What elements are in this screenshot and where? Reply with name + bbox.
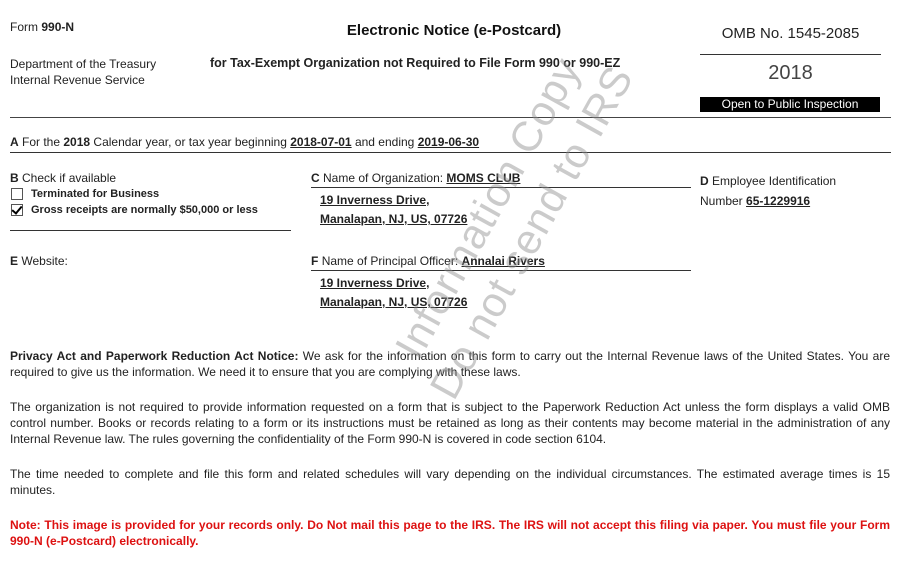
section-b-label: B Check if available	[10, 171, 116, 185]
privacy-notice: Privacy Act and Paperwork Reduction Act …	[10, 348, 890, 380]
section-c-label: C Name of Organization: MOMS CLUB	[311, 171, 520, 185]
section-c-letter: C	[311, 171, 320, 185]
public-inspection-banner: Open to Public Inspection	[700, 97, 880, 112]
section-d-label-2: Number	[700, 194, 743, 208]
dept-line-1: Department of the Treasury	[10, 57, 157, 71]
tax-year-begin: 2018-07-01	[290, 135, 352, 149]
section-a: A For the 2018 Calendar year, or tax yea…	[10, 135, 479, 149]
checkbox-row-gross-receipts[interactable]: Gross receipts are normally $50,000 or l…	[11, 204, 258, 216]
section-b-rule	[10, 230, 291, 231]
form-subtitle: for Tax-Exempt Organization not Required…	[210, 56, 621, 70]
principal-officer-name: Annalai Rivers	[461, 254, 545, 268]
section-d: D Employee Identification Number 65-1229…	[700, 171, 836, 211]
time-notice: The time needed to complete and file thi…	[10, 467, 890, 497]
section-a-text-1: For the	[22, 135, 61, 149]
omb-notice: The organization is not required to prov…	[10, 400, 890, 446]
section-e: E Website:	[10, 254, 68, 268]
omb-number: OMB No. 1545-2085	[721, 25, 860, 42]
section-b-letter: B	[10, 171, 19, 185]
tax-year-end: 2019-06-30	[417, 135, 480, 149]
dept-line-2: Internal Revenue Service	[10, 73, 145, 87]
gross-receipts-checkbox[interactable]	[11, 204, 23, 216]
paper-filing-note: Note: This image is provided for your re…	[10, 518, 890, 548]
section-d-label-1: Employee Identification	[712, 174, 837, 188]
section-e-label: Website:	[21, 254, 68, 268]
section-a-year: 2018	[63, 135, 91, 149]
officer-address-line-1: 19 Inverness Drive,	[320, 276, 430, 290]
section-c-text: Name of Organization:	[323, 171, 444, 185]
terminated-checkbox[interactable]	[11, 188, 23, 200]
section-d-letter: D	[700, 174, 709, 188]
gross-receipts-label: Gross receipts are normally $50,000 or l…	[31, 204, 258, 216]
organization-name: MOMS CLUB	[446, 171, 521, 185]
section-f-label: F Name of Principal Officer: Annalai Riv…	[311, 254, 545, 268]
section-a-rule	[10, 152, 891, 153]
tax-year: 2018	[768, 62, 813, 84]
section-f-letter: F	[311, 254, 319, 268]
section-f-text: Name of Principal Officer:	[321, 254, 459, 268]
section-a-text-3: and ending	[354, 135, 415, 149]
privacy-heading: Privacy Act and Paperwork Reduction Act …	[10, 349, 299, 363]
checkbox-row-terminated[interactable]: Terminated for Business	[11, 188, 159, 200]
department-block: Department of the Treasury Internal Reve…	[10, 56, 156, 88]
section-f-rule	[311, 270, 691, 271]
section-a-letter: A	[10, 135, 19, 149]
section-a-text-2: Calendar year, or tax year beginning	[93, 135, 287, 149]
organization-address-line-1: 19 Inverness Drive,	[320, 193, 430, 207]
officer-address-line-2: Manalapan, NJ, US, 07726	[320, 295, 468, 309]
section-c-rule	[311, 187, 691, 188]
organization-address-line-2: Manalapan, NJ, US, 07726	[320, 212, 468, 226]
header-rule	[10, 117, 891, 118]
omb-divider	[700, 54, 881, 55]
section-b-text: Check if available	[22, 171, 117, 185]
terminated-label: Terminated for Business	[31, 188, 160, 200]
ein-value: 65-1229916	[746, 194, 811, 208]
section-e-letter: E	[10, 254, 19, 268]
